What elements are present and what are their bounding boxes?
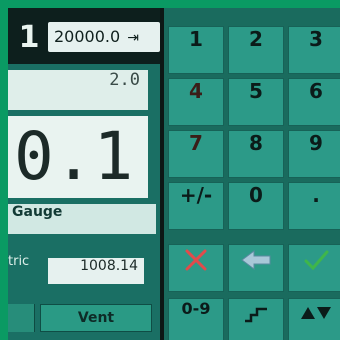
softkey-left[interactable] [8, 304, 35, 332]
arrow-right-bar-icon: ⇥ [127, 30, 139, 46]
cancel-button[interactable] [168, 244, 224, 292]
key-4[interactable]: 4 [168, 78, 224, 126]
barometric-row: tric 1008.14 [8, 254, 156, 288]
key-7[interactable]: 7 [168, 130, 224, 178]
key-5[interactable]: 5 [228, 78, 284, 126]
keypad: 1 2 3 4 5 6 7 8 9 +/- 0 . 0-9 [164, 8, 340, 340]
main-reading: 0.1 [8, 116, 148, 198]
stairs-icon [245, 307, 267, 322]
barometric-value: 1008.14 [48, 258, 144, 284]
status-bar: 1 20000.0 ⇥ [8, 8, 160, 64]
key-9[interactable]: 9 [288, 130, 340, 178]
up-down-key[interactable] [288, 298, 340, 340]
setpoint-field[interactable]: 20000.0 ⇥ [48, 22, 160, 52]
step-key[interactable] [228, 298, 284, 340]
barometric-label: tric [8, 254, 30, 269]
main-reading-value: 0.1 [14, 118, 134, 195]
key-decimal[interactable]: . [288, 182, 340, 230]
checkmark-icon [304, 250, 329, 271]
screen-number: 1 [18, 20, 40, 55]
mode-label: Gauge [12, 204, 63, 220]
backspace-arrow-icon [241, 250, 271, 270]
display-panel: 1 20000.0 ⇥ 2.0 0.1 Gauge tric 1008.14 V… [8, 8, 160, 340]
instrument-screen: 1 20000.0 ⇥ 2.0 0.1 Gauge tric 1008.14 V… [8, 8, 340, 340]
key-1[interactable]: 1 [168, 26, 224, 74]
setpoint-value: 20000.0 [54, 27, 121, 46]
key-0[interactable]: 0 [228, 182, 284, 230]
accept-button[interactable] [288, 244, 340, 292]
key-2[interactable]: 2 [228, 26, 284, 74]
vent-button[interactable]: Vent [40, 304, 152, 332]
key-sign[interactable]: +/- [168, 182, 224, 230]
key-6[interactable]: 6 [288, 78, 340, 126]
up-down-arrows-icon [301, 306, 331, 319]
backspace-button[interactable] [228, 244, 284, 292]
key-8[interactable]: 8 [228, 130, 284, 178]
key-3[interactable]: 3 [288, 26, 340, 74]
bottom-bar: Vent [8, 300, 160, 340]
mode-selector[interactable]: Gauge [8, 204, 156, 234]
rate-field[interactable]: 2.0 [8, 70, 148, 110]
range-0-9-key[interactable]: 0-9 [168, 298, 224, 340]
cancel-x-icon [185, 249, 207, 271]
rate-value: 2.0 [109, 70, 140, 90]
